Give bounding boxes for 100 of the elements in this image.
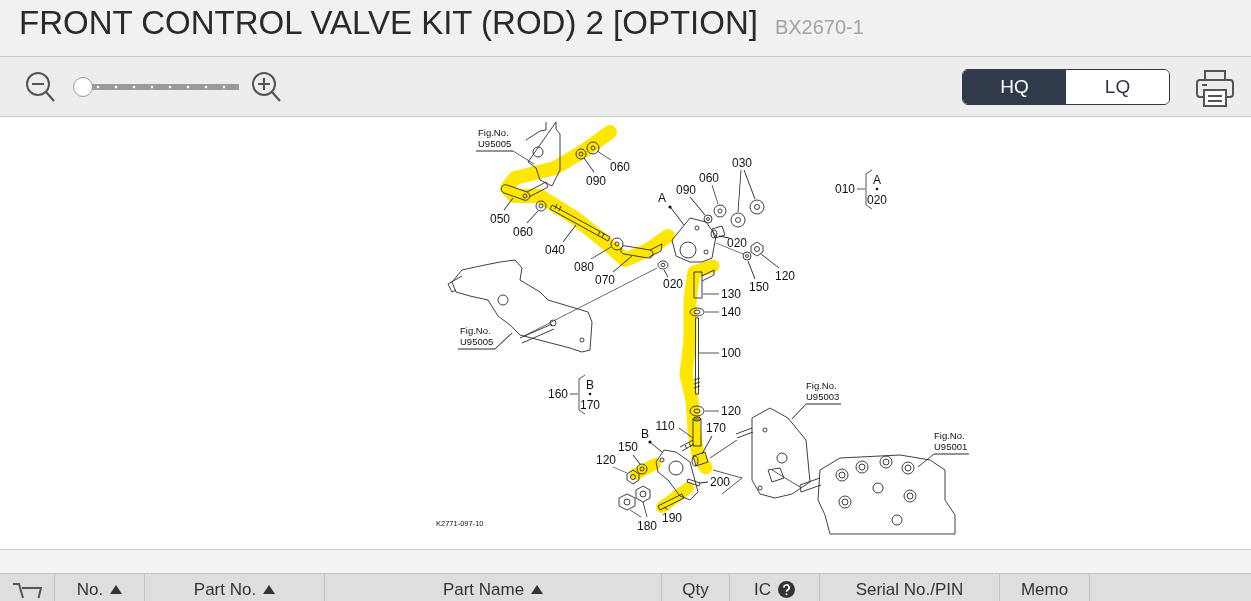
callout-number: 170 bbox=[706, 421, 726, 435]
leader-line bbox=[590, 246, 612, 260]
figure-reference: Fig.No. U95005 bbox=[460, 325, 494, 347]
callout-letter: A bbox=[873, 173, 881, 187]
callout-number: 120 bbox=[721, 404, 741, 418]
leader-line bbox=[718, 235, 730, 239]
rod bbox=[549, 203, 611, 242]
column-header[interactable]: IC bbox=[730, 574, 820, 601]
callout-number: 010 bbox=[835, 182, 855, 196]
callout-number: 140 bbox=[721, 305, 741, 319]
dot-icon bbox=[668, 205, 672, 209]
cart-icon[interactable] bbox=[12, 582, 42, 599]
print-icon[interactable] bbox=[1195, 67, 1235, 108]
leader-line bbox=[663, 269, 669, 278]
callout-number: 060 bbox=[610, 160, 630, 174]
leader-line bbox=[711, 184, 719, 205]
leader-line bbox=[747, 260, 756, 280]
figure-reference: Fig.No. U95001 bbox=[934, 430, 968, 452]
column-header[interactable]: No. bbox=[55, 574, 145, 601]
nut bbox=[626, 469, 640, 485]
callout-number: 090 bbox=[586, 174, 606, 188]
column-header[interactable]: Memo bbox=[1000, 574, 1090, 601]
column-header[interactable]: Part Name bbox=[325, 574, 662, 601]
callout-letter: B bbox=[641, 427, 649, 441]
callout-letter: A bbox=[658, 191, 666, 205]
figure-reference: Fig.No. U95003 bbox=[806, 380, 840, 402]
callout-number: 040 bbox=[545, 243, 565, 257]
column-header[interactable]: Serial No./PIN bbox=[820, 574, 1000, 601]
callout-number: 110 bbox=[655, 419, 675, 433]
leader-line bbox=[612, 466, 628, 474]
callout-number: 090 bbox=[676, 183, 696, 197]
callout-number: 080 bbox=[574, 260, 594, 274]
nut bbox=[689, 405, 705, 417]
leader-line bbox=[699, 481, 709, 484]
leader-line bbox=[503, 197, 514, 211]
callout-number: 130 bbox=[721, 287, 741, 301]
clevis-pin bbox=[500, 181, 549, 201]
leader-line bbox=[760, 253, 780, 269]
washer bbox=[713, 204, 727, 218]
part-code: BX2670-1 bbox=[774, 16, 864, 39]
collar bbox=[692, 416, 702, 447]
pin bbox=[691, 451, 709, 467]
callout-number: 020 bbox=[727, 236, 747, 250]
dot-icon bbox=[875, 187, 879, 191]
nut bbox=[618, 493, 636, 511]
guide-line bbox=[712, 469, 743, 495]
washer bbox=[742, 251, 752, 261]
zoom-slider-thumb[interactable] bbox=[73, 76, 93, 97]
washer bbox=[610, 237, 624, 251]
column-header[interactable]: Part No. bbox=[145, 574, 325, 601]
callout-number: 020 bbox=[867, 193, 887, 207]
pin bbox=[657, 493, 685, 511]
sort-icon bbox=[110, 585, 123, 594]
leader-line bbox=[650, 442, 663, 453]
callout-number: 050 bbox=[490, 212, 510, 226]
arm-bracket bbox=[671, 217, 717, 263]
callout-number: 180 bbox=[637, 519, 657, 533]
dot-icon bbox=[588, 392, 592, 396]
callout-number: 020 bbox=[663, 277, 683, 291]
washer bbox=[749, 199, 765, 215]
guide-line bbox=[771, 469, 801, 488]
washer bbox=[703, 214, 713, 224]
figure-reference: Fig.No. U95005 bbox=[478, 127, 512, 149]
leader-line bbox=[701, 435, 713, 455]
pin bbox=[620, 243, 663, 259]
callout-number: 060 bbox=[513, 225, 533, 239]
callout-number: 160 bbox=[548, 387, 568, 401]
nut bbox=[689, 307, 705, 317]
washer bbox=[535, 200, 547, 212]
dot-icon bbox=[648, 440, 652, 444]
washer bbox=[575, 148, 587, 160]
leader-line bbox=[663, 506, 669, 511]
help-icon bbox=[778, 581, 795, 598]
highlight-mark bbox=[630, 458, 661, 480]
column-header[interactable]: Qty bbox=[662, 574, 730, 601]
pin bbox=[693, 269, 715, 299]
leader-line bbox=[689, 196, 706, 216]
callout-number: 120 bbox=[596, 453, 616, 467]
callout-number: 100 bbox=[721, 346, 741, 360]
sort-icon bbox=[531, 585, 544, 594]
callout-number: 120 bbox=[775, 269, 795, 283]
leader-line bbox=[678, 427, 694, 439]
highlight-mark bbox=[656, 482, 694, 513]
callout-number: 150 bbox=[618, 440, 638, 454]
callout-number: 060 bbox=[699, 171, 719, 185]
nut bbox=[750, 241, 764, 257]
leader-line bbox=[612, 255, 633, 273]
callout-number: 190 bbox=[662, 511, 682, 525]
washer bbox=[586, 141, 600, 155]
callout-number: 200 bbox=[710, 475, 730, 489]
quality-tab[interactable]: HQ bbox=[963, 69, 1066, 104]
collar bbox=[657, 260, 669, 270]
callout-number: 030 bbox=[732, 156, 752, 170]
leader-line bbox=[632, 454, 641, 465]
washer bbox=[730, 212, 746, 228]
bolt bbox=[679, 439, 695, 452]
leader-line bbox=[670, 207, 685, 226]
callout-number: 170 bbox=[580, 398, 600, 412]
mounting-plate bbox=[655, 449, 699, 501]
collar bbox=[710, 225, 726, 239]
